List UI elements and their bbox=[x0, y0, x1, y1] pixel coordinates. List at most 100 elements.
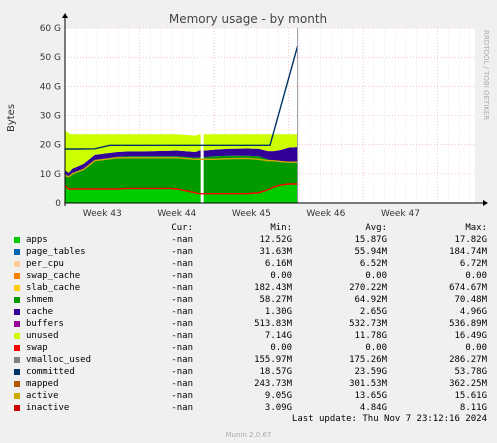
legend-avg: 2.65G bbox=[359, 307, 387, 317]
legend-cur: -nan bbox=[171, 295, 193, 305]
legend-max: 184.74M bbox=[449, 247, 487, 257]
y-tick-label: 60 G bbox=[40, 24, 61, 34]
legend-swatch bbox=[14, 357, 20, 363]
y-tick-label: 0 bbox=[55, 199, 61, 209]
y-tick-label: 50 G bbox=[40, 53, 61, 63]
legend-cur: -nan bbox=[171, 259, 193, 269]
legend-min: 9.05G bbox=[264, 391, 292, 401]
legend-max: 536.89M bbox=[449, 319, 487, 329]
legend-avg: 13.65G bbox=[354, 391, 387, 401]
header-max: Max: bbox=[465, 223, 487, 233]
last-update: Last update: Thu Nov 7 23:12:16 2024 bbox=[291, 414, 487, 424]
legend-row-cache: cache -nan 1.30G 2.65G 4.96G bbox=[0, 306, 497, 318]
legend-cur: -nan bbox=[171, 379, 193, 389]
legend-row-shmem: shmem -nan 58.27M 64.92M 70.48M bbox=[0, 294, 497, 306]
legend-label: vmalloc_used bbox=[26, 355, 92, 365]
legend-label: inactive bbox=[26, 403, 70, 413]
legend-min: 12.52G bbox=[259, 235, 292, 245]
rrdtool-watermark: RRDTOOL / TOBI OETIKER bbox=[482, 30, 490, 120]
legend-label: page_tables bbox=[26, 247, 86, 257]
legend-cur: -nan bbox=[171, 283, 193, 293]
legend-row-per-cpu: per_cpu -nan 6.16M 6.52M 6.72M bbox=[0, 258, 497, 270]
legend-swatch bbox=[14, 261, 20, 267]
chart-title: Memory usage - by month bbox=[169, 12, 327, 26]
legend-cur: -nan bbox=[171, 235, 193, 245]
legend-min: 3.09G bbox=[264, 403, 292, 413]
legend-max: 15.61G bbox=[454, 391, 487, 401]
legend-max: 16.49G bbox=[454, 331, 487, 341]
legend-min: 513.83M bbox=[254, 319, 292, 329]
legend-row-unused: unused -nan 7.14G 11.78G 16.49G bbox=[0, 330, 497, 342]
legend-swatch bbox=[14, 393, 20, 399]
legend-row-mapped: mapped -nan 243.73M 301.53M 362.25M bbox=[0, 378, 497, 390]
header-min: Min: bbox=[270, 223, 292, 233]
legend-swatch bbox=[14, 369, 20, 375]
legend-max: 0.00 bbox=[465, 343, 487, 353]
legend-max: 286.27M bbox=[449, 355, 487, 365]
legend-avg: 270.22M bbox=[349, 283, 387, 293]
legend-label: per_cpu bbox=[26, 259, 64, 269]
legend-swatch bbox=[14, 309, 20, 315]
legend-avg: 175.26M bbox=[349, 355, 387, 365]
legend-avg: 6.52M bbox=[359, 259, 387, 269]
legend-max: 70.48M bbox=[454, 295, 487, 305]
legend-swatch bbox=[14, 321, 20, 327]
legend-cur: -nan bbox=[171, 355, 193, 365]
legend-min: 1.30G bbox=[264, 307, 292, 317]
legend-row-buffers: buffers -nan 513.83M 532.73M 536.89M bbox=[0, 318, 497, 330]
legend-max: 6.72M bbox=[459, 259, 487, 269]
legend-max: 0.00 bbox=[465, 271, 487, 281]
legend-min: 243.73M bbox=[254, 379, 292, 389]
legend-swatch bbox=[14, 285, 20, 291]
legend-avg: 0.00 bbox=[365, 343, 387, 353]
legend-row-slab-cache: slab_cache -nan 182.43M 270.22M 674.67M bbox=[0, 282, 497, 294]
munin-version: Munin 2.0.67 bbox=[225, 431, 272, 439]
legend-min: 18.57G bbox=[259, 367, 292, 377]
y-tick-label: 30 G bbox=[40, 112, 61, 122]
legend-min: 182.43M bbox=[254, 283, 292, 293]
legend-cur: -nan bbox=[171, 271, 193, 281]
legend-swatch bbox=[14, 273, 20, 279]
legend-min: 7.14G bbox=[264, 331, 292, 341]
legend-max: 8.11G bbox=[459, 403, 487, 413]
legend-cur: -nan bbox=[171, 403, 193, 413]
legend-min: 31.63M bbox=[259, 247, 292, 257]
y-tick-label: 10 G bbox=[40, 170, 61, 180]
legend-min: 6.16M bbox=[264, 259, 292, 269]
legend-max: 362.25M bbox=[449, 379, 487, 389]
legend-label: active bbox=[26, 391, 59, 401]
legend-header: Cur: Min: Avg: Max: bbox=[0, 222, 497, 234]
legend-swatch bbox=[14, 249, 20, 255]
legend-min: 0.00 bbox=[270, 271, 292, 281]
legend-cur: -nan bbox=[171, 331, 193, 341]
legend-avg: 532.73M bbox=[349, 319, 387, 329]
legend-label: committed bbox=[26, 367, 75, 377]
header-cur: Cur: bbox=[171, 223, 193, 233]
legend-avg: 55.94M bbox=[354, 247, 387, 257]
legend-avg: 23.59G bbox=[354, 367, 387, 377]
legend-swatch bbox=[14, 381, 20, 387]
legend-swatch bbox=[14, 297, 20, 303]
x-tick-label: Week 44 bbox=[157, 209, 196, 219]
memory-chart: Memory usage - by month Bytes RRDTOOL / … bbox=[0, 0, 497, 222]
legend-row-page-tables: page_tables -nan 31.63M 55.94M 184.74M bbox=[0, 246, 497, 258]
legend-max: 53.78G bbox=[454, 367, 487, 377]
legend-row-apps: apps -nan 12.52G 15.87G 17.82G bbox=[0, 234, 497, 246]
legend-label: slab_cache bbox=[26, 283, 81, 293]
legend-min: 0.00 bbox=[270, 343, 292, 353]
legend-min: 58.27M bbox=[259, 295, 292, 305]
legend-swatch bbox=[14, 405, 20, 411]
x-tick-label: Week 43 bbox=[83, 209, 122, 219]
legend-label: mapped bbox=[26, 379, 59, 389]
legend-max: 4.96G bbox=[459, 307, 487, 317]
legend-avg: 15.87G bbox=[354, 235, 387, 245]
legend-avg: 4.84G bbox=[359, 403, 387, 413]
legend-cur: -nan bbox=[171, 307, 193, 317]
area-shmem bbox=[65, 155, 298, 194]
legend-label: buffers bbox=[26, 319, 64, 329]
header-avg: Avg: bbox=[365, 223, 387, 233]
legend-swatch bbox=[14, 345, 20, 351]
legend-max: 674.67M bbox=[449, 283, 487, 293]
y-axis-label: Bytes bbox=[6, 104, 17, 132]
legend-row-committed: committed -nan 18.57G 23.59G 53.78G bbox=[0, 366, 497, 378]
